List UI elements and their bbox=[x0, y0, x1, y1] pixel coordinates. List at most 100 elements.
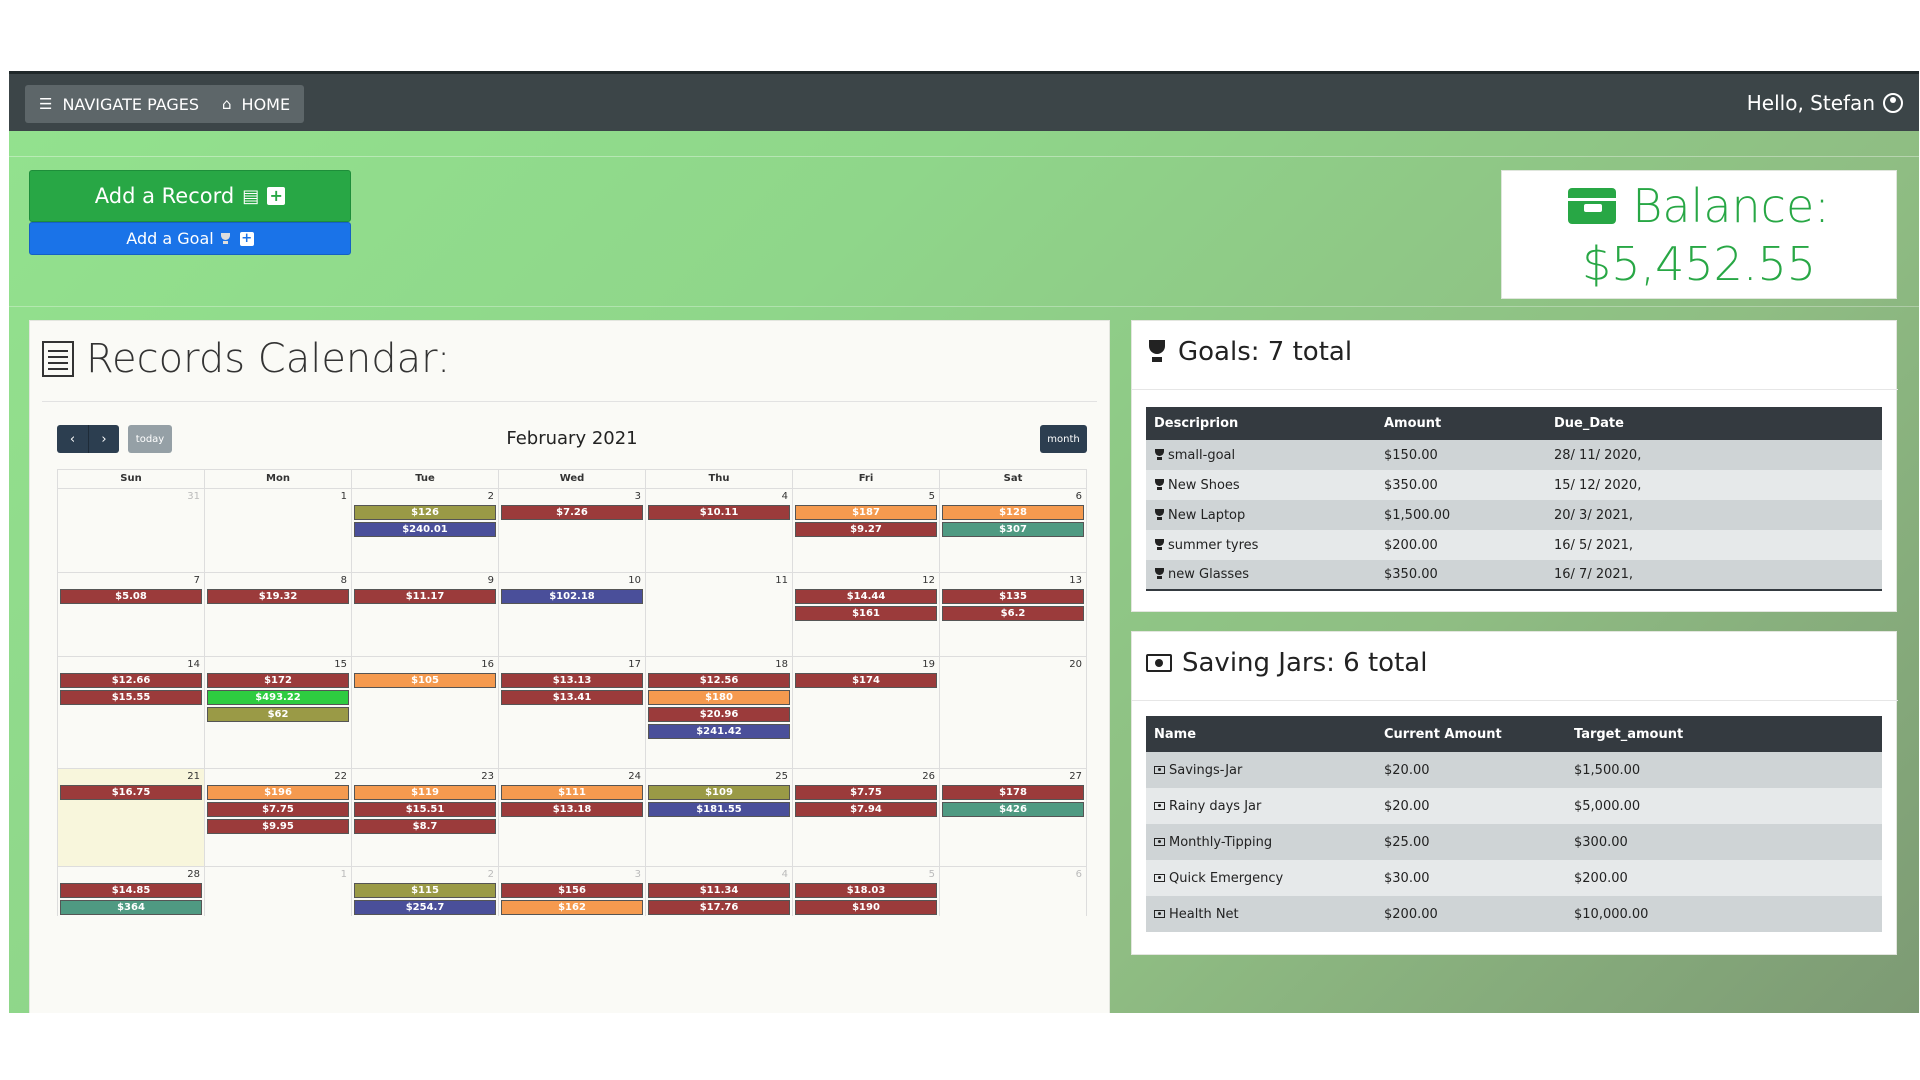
calendar-day-cell[interactable]: 7 $5.08 bbox=[58, 573, 205, 656]
record-event[interactable]: $111 bbox=[501, 785, 643, 800]
calendar-day-cell[interactable]: 31 bbox=[58, 489, 205, 572]
record-event[interactable]: $11.34 bbox=[648, 883, 790, 898]
column-header[interactable]: Name bbox=[1146, 716, 1376, 752]
record-event[interactable]: $14.85 bbox=[60, 883, 202, 898]
record-event[interactable]: $16.75 bbox=[60, 785, 202, 800]
table-row[interactable]: small-goal $150.00 28/ 11/ 2020, bbox=[1146, 440, 1882, 470]
calendar-day-cell[interactable]: 1 bbox=[205, 489, 352, 572]
home-button[interactable]: ⌂ HOME bbox=[208, 85, 305, 123]
calendar-day-cell[interactable]: 6 $128 $307 bbox=[940, 489, 1086, 572]
record-event[interactable]: $12.56 bbox=[648, 673, 790, 688]
calendar-day-cell[interactable]: 3 $156 $162 bbox=[499, 867, 646, 916]
calendar-day-cell[interactable]: 4 $10.11 bbox=[646, 489, 793, 572]
record-event[interactable]: $161 bbox=[795, 606, 937, 621]
calendar-day-cell[interactable]: 13 $135 $6.2 bbox=[940, 573, 1086, 656]
record-event[interactable]: $20.96 bbox=[648, 707, 790, 722]
record-event[interactable]: $12.66 bbox=[60, 673, 202, 688]
record-event[interactable]: $180 bbox=[648, 690, 790, 705]
table-row[interactable]: Savings-Jar $20.00 $1,500.00 bbox=[1146, 752, 1882, 788]
record-event[interactable]: $178 bbox=[942, 785, 1084, 800]
calendar-day-cell[interactable]: 5 $18.03 $190 bbox=[793, 867, 940, 916]
calendar-day-cell[interactable]: 18 $12.56 $180 $20.96 $241.42 bbox=[646, 657, 793, 768]
calendar-day-cell[interactable]: 25 $109 $181.55 bbox=[646, 769, 793, 866]
table-row[interactable]: summer tyres $200.00 16/ 5/ 2021, bbox=[1146, 530, 1882, 560]
calendar-day-cell[interactable]: 2 $126 $240.01 bbox=[352, 489, 499, 572]
record-event[interactable]: $9.27 bbox=[795, 522, 937, 537]
record-event[interactable]: $13.13 bbox=[501, 673, 643, 688]
record-event[interactable]: $9.95 bbox=[207, 819, 349, 834]
table-row[interactable]: Quick Emergency $30.00 $200.00 bbox=[1146, 860, 1882, 896]
calendar-day-cell[interactable]: 24 $111 $13.18 bbox=[499, 769, 646, 866]
record-event[interactable]: $18.03 bbox=[795, 883, 937, 898]
record-event[interactable]: $109 bbox=[648, 785, 790, 800]
record-event[interactable]: $105 bbox=[354, 673, 496, 688]
calendar-day-cell[interactable]: 23 $119 $15.51 $8.7 bbox=[352, 769, 499, 866]
calendar-day-cell[interactable]: 19 $174 bbox=[793, 657, 940, 768]
calendar-day-cell[interactable]: 26 $7.75 $7.94 bbox=[793, 769, 940, 866]
record-event[interactable]: $5.08 bbox=[60, 589, 202, 604]
calendar-day-cell[interactable]: 21 $16.75 bbox=[58, 769, 205, 866]
record-event[interactable]: $19.32 bbox=[207, 589, 349, 604]
add-record-button[interactable]: Add a Record ▤ + bbox=[29, 170, 351, 222]
column-header[interactable]: Amount bbox=[1376, 407, 1546, 440]
record-event[interactable]: $13.41 bbox=[501, 690, 643, 705]
record-event[interactable]: $115 bbox=[354, 883, 496, 898]
navigate-pages-button[interactable]: ☰ NAVIGATE PAGES bbox=[25, 85, 214, 123]
calendar-day-cell[interactable]: 28 $14.85 $364 bbox=[58, 867, 205, 916]
calendar-day-cell[interactable]: 27 $178 $426 bbox=[940, 769, 1086, 866]
calendar-day-cell[interactable]: 15 $172 $493.22 $62 bbox=[205, 657, 352, 768]
record-event[interactable]: $162 bbox=[501, 900, 643, 915]
record-event[interactable]: $7.94 bbox=[795, 802, 937, 817]
user-greeting[interactable]: Hello, Stefan bbox=[1747, 91, 1903, 115]
calendar-day-cell[interactable]: 4 $11.34 $17.76 bbox=[646, 867, 793, 916]
calendar-day-cell[interactable]: 1 bbox=[205, 867, 352, 916]
record-event[interactable]: $62 bbox=[207, 707, 349, 722]
record-event[interactable]: $7.26 bbox=[501, 505, 643, 520]
record-event[interactable]: $11.17 bbox=[354, 589, 496, 604]
column-header[interactable]: Due_Date bbox=[1546, 407, 1882, 440]
record-event[interactable]: $14.44 bbox=[795, 589, 937, 604]
record-event[interactable]: $174 bbox=[795, 673, 937, 688]
record-event[interactable]: $15.51 bbox=[354, 802, 496, 817]
column-header[interactable]: Target_amount bbox=[1566, 716, 1882, 752]
record-event[interactable]: $7.75 bbox=[207, 802, 349, 817]
record-event[interactable]: $15.55 bbox=[60, 690, 202, 705]
record-event[interactable]: $128 bbox=[942, 505, 1084, 520]
record-event[interactable]: $8.7 bbox=[354, 819, 496, 834]
table-row[interactable]: Health Net $200.00 $10,000.00 bbox=[1146, 896, 1882, 932]
record-event[interactable]: $172 bbox=[207, 673, 349, 688]
table-row[interactable]: Rainy days Jar $20.00 $5,000.00 bbox=[1146, 788, 1882, 824]
record-event[interactable]: $426 bbox=[942, 802, 1084, 817]
calendar-day-cell[interactable]: 5 $187 $9.27 bbox=[793, 489, 940, 572]
record-event[interactable]: $493.22 bbox=[207, 690, 349, 705]
table-row[interactable]: New Laptop $1,500.00 20/ 3/ 2021, bbox=[1146, 500, 1882, 530]
calendar-day-cell[interactable]: 22 $196 $7.75 $9.95 bbox=[205, 769, 352, 866]
column-header[interactable]: Descriprion bbox=[1146, 407, 1376, 440]
record-event[interactable]: $10.11 bbox=[648, 505, 790, 520]
record-event[interactable]: $240.01 bbox=[354, 522, 496, 537]
calendar-day-cell[interactable]: 16 $105 bbox=[352, 657, 499, 768]
calendar-day-cell[interactable]: 2 $115 $254.7 bbox=[352, 867, 499, 916]
record-event[interactable]: $196 bbox=[207, 785, 349, 800]
calendar-day-cell[interactable]: 17 $13.13 $13.41 bbox=[499, 657, 646, 768]
record-event[interactable]: $181.55 bbox=[648, 802, 790, 817]
calendar-day-cell[interactable]: 20 bbox=[940, 657, 1086, 768]
record-event[interactable]: $7.75 bbox=[795, 785, 937, 800]
month-view-button[interactable]: month bbox=[1040, 425, 1087, 453]
table-row[interactable]: New Shoes $350.00 15/ 12/ 2020, bbox=[1146, 470, 1882, 500]
table-row[interactable]: Monthly-Tipping $25.00 $300.00 bbox=[1146, 824, 1882, 860]
table-row[interactable]: new Glasses $350.00 16/ 7/ 2021, bbox=[1146, 560, 1882, 590]
record-event[interactable]: $307 bbox=[942, 522, 1084, 537]
column-header[interactable]: Current Amount bbox=[1376, 716, 1566, 752]
record-event[interactable]: $156 bbox=[501, 883, 643, 898]
record-event[interactable]: $364 bbox=[60, 900, 202, 915]
record-event[interactable]: $254.7 bbox=[354, 900, 496, 915]
record-event[interactable]: $187 bbox=[795, 505, 937, 520]
record-event[interactable]: $102.18 bbox=[501, 589, 643, 604]
record-event[interactable]: $17.76 bbox=[648, 900, 790, 915]
calendar-day-cell[interactable]: 9 $11.17 bbox=[352, 573, 499, 656]
record-event[interactable]: $190 bbox=[795, 900, 937, 915]
calendar-day-cell[interactable]: 14 $12.66 $15.55 bbox=[58, 657, 205, 768]
calendar-day-cell[interactable]: 8 $19.32 bbox=[205, 573, 352, 656]
add-goal-button[interactable]: Add a Goal + bbox=[29, 222, 351, 255]
